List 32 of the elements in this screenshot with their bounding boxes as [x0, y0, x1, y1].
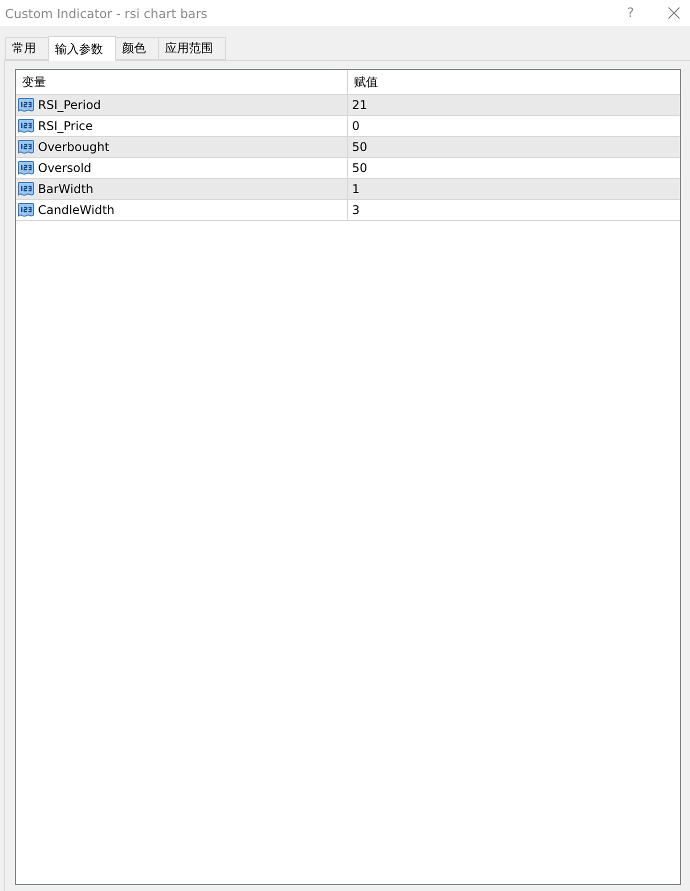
tab[interactable]: 颜色 — [115, 37, 159, 60]
parameter-name: RSI_Price — [38, 119, 93, 133]
parameter-name: RSI_Period — [38, 98, 101, 112]
window-title: Custom Indicator - rsi chart bars — [5, 6, 208, 20]
parameter-row[interactable]: RSI_Price 0 — [16, 116, 680, 137]
parameter-value[interactable]: 0 — [348, 116, 680, 136]
tile-icon — [18, 119, 34, 133]
tab[interactable]: 应用范围 — [158, 37, 226, 60]
parameter-value[interactable]: 21 — [348, 95, 680, 115]
column-header[interactable]: 赋值 — [348, 70, 680, 94]
parameter-name: Oversold — [38, 161, 92, 175]
parameter-row[interactable]: RSI_Period 21 — [16, 95, 680, 116]
parameter-value[interactable]: 50 — [348, 137, 680, 157]
tile-icon — [18, 203, 34, 217]
parameter-row[interactable]: BarWidth 1 — [16, 179, 680, 200]
tile-icon — [18, 161, 34, 175]
close-icon[interactable] — [668, 7, 680, 19]
parameter-value[interactable]: 50 — [348, 158, 680, 178]
parameter-row[interactable]: CandleWidth 3 — [16, 200, 680, 221]
parameter-value[interactable]: 3 — [348, 200, 680, 220]
parameter-row[interactable]: Overbought 50 — [16, 137, 680, 158]
parameter-name: BarWidth — [38, 182, 94, 196]
parameter-name: CandleWidth — [38, 203, 115, 217]
parameter-row[interactable]: Oversold 50 — [16, 158, 680, 179]
tab[interactable]: 输入参数 — [48, 36, 116, 61]
tile-icon — [18, 140, 34, 154]
tile-icon — [18, 182, 34, 196]
tab[interactable]: 常用 — [5, 37, 49, 60]
column-header[interactable]: 变量 — [16, 70, 348, 94]
parameter-name: Overbought — [38, 140, 110, 154]
tile-icon — [18, 98, 34, 112]
parameter-value[interactable]: 1 — [348, 179, 680, 199]
